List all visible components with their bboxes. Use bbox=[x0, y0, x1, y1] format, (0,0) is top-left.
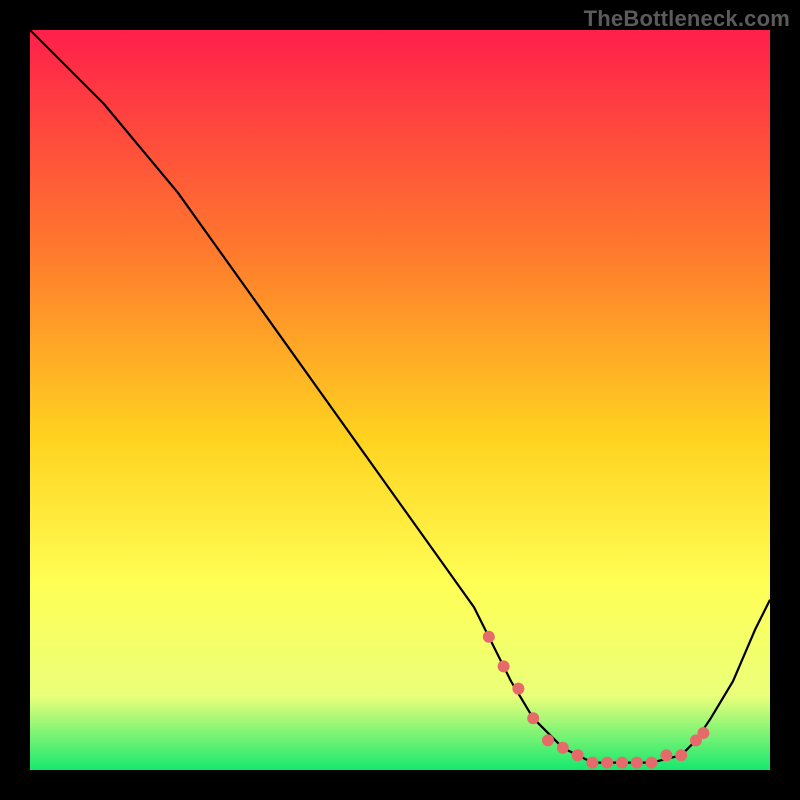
curve-dot bbox=[675, 749, 687, 761]
curve-dot bbox=[498, 660, 510, 672]
curve-dot bbox=[631, 757, 643, 769]
chart-frame: TheBottleneck.com bbox=[0, 0, 800, 800]
curve-dot bbox=[616, 757, 628, 769]
curve-dot bbox=[660, 749, 672, 761]
curve-dot bbox=[557, 742, 569, 754]
curve-dot bbox=[527, 712, 539, 724]
gradient-chart bbox=[30, 30, 770, 770]
curve-dot bbox=[697, 727, 709, 739]
gradient-background bbox=[30, 30, 770, 770]
curve-dot bbox=[512, 683, 524, 695]
watermark-text: TheBottleneck.com bbox=[584, 6, 790, 32]
curve-dot bbox=[601, 757, 613, 769]
curve-dot bbox=[586, 757, 598, 769]
curve-dot bbox=[572, 749, 584, 761]
curve-dot bbox=[483, 631, 495, 643]
curve-dot bbox=[542, 734, 554, 746]
curve-dot bbox=[646, 757, 658, 769]
